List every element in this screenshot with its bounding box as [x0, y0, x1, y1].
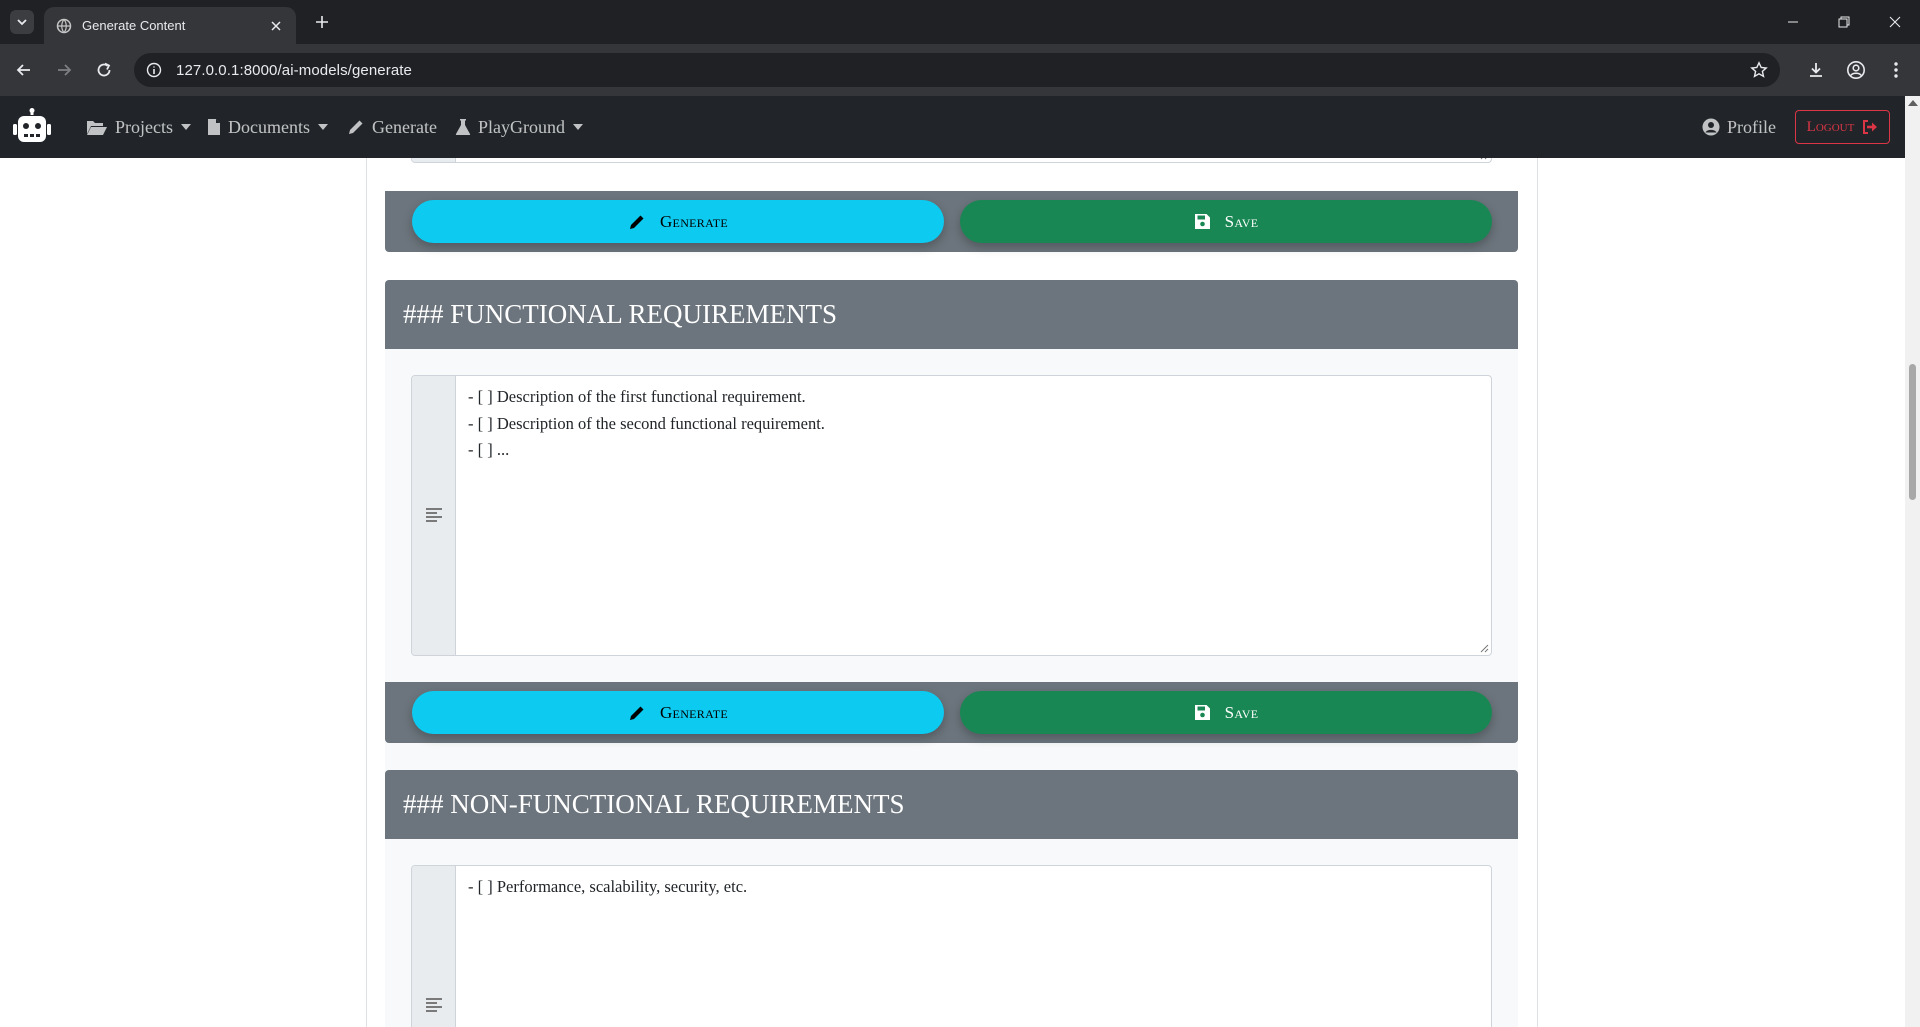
profile-button[interactable]: [1844, 58, 1868, 82]
caret-down-icon: [317, 124, 328, 130]
window-controls: [1767, 0, 1920, 44]
arrow-left-icon: [16, 64, 30, 76]
plus-icon: [316, 16, 328, 28]
align-left-icon: [426, 998, 442, 1012]
logout-label: Logout: [1806, 118, 1855, 135]
info-icon[interactable]: [146, 62, 162, 78]
url-text: 127.0.0.1:8000/ai-models/generate: [176, 61, 412, 79]
generate-button[interactable]: Generate: [412, 691, 944, 734]
nav-projects-label: Projects: [115, 116, 173, 137]
editor-gutter: [412, 866, 456, 1027]
action-bar: Generate Save: [385, 682, 1518, 743]
restore-icon: [1838, 16, 1849, 28]
section-title: ### FUNCTIONAL REQUIREMENTS: [403, 299, 837, 329]
back-button[interactable]: [12, 58, 36, 82]
nav-profile-label: Profile: [1727, 116, 1776, 137]
save-button[interactable]: Save: [960, 200, 1492, 243]
tab-title: Generate Content: [82, 18, 186, 33]
generate-button-label: Generate: [659, 211, 728, 231]
close-icon: [1889, 16, 1900, 28]
caret-down-icon: [181, 124, 191, 130]
scroll-up-arrow-icon[interactable]: [1908, 100, 1918, 106]
close-icon[interactable]: [268, 18, 284, 34]
pencil-icon: [349, 120, 363, 134]
page-viewport: Generate Save ### FUNCTIONAL REQUIREMENT…: [0, 96, 1905, 1027]
reload-button[interactable]: [92, 58, 116, 82]
editor-text[interactable]: - [ ] Performance, scalability, security…: [468, 874, 747, 901]
markdown-editor[interactable]: - [ ] Performance, scalability, security…: [411, 865, 1492, 1027]
pencil-icon: [629, 215, 644, 229]
browser-tab[interactable]: Generate Content: [44, 7, 296, 44]
editor-gutter: [412, 376, 456, 655]
nav-profile-link[interactable]: Profile: [1702, 96, 1776, 158]
arrow-right-icon: [58, 64, 72, 76]
pencil-icon: [629, 706, 644, 720]
nav-playground-label: PlayGround: [478, 116, 565, 137]
nav-documents-dropdown[interactable]: Documents: [207, 96, 328, 158]
nav-documents-label: Documents: [228, 116, 310, 137]
minimize-button[interactable]: [1767, 0, 1818, 44]
align-left-icon: [426, 508, 442, 522]
account-icon: [1847, 61, 1865, 79]
close-window-button[interactable]: [1869, 0, 1920, 44]
download-icon: [1810, 63, 1822, 77]
save-button[interactable]: Save: [960, 691, 1492, 734]
minimize-icon: [1787, 21, 1798, 23]
bookmark-star-icon[interactable]: [1750, 61, 1768, 84]
scrollbar-thumb[interactable]: [1909, 364, 1916, 500]
action-bar: Generate Save: [385, 191, 1518, 252]
chevron-down-icon: [17, 19, 27, 26]
section-title: ### NON-FUNCTIONAL REQUIREMENTS: [403, 789, 905, 819]
section-header: ### FUNCTIONAL REQUIREMENTS: [385, 280, 1518, 349]
page-scrollbar[interactable]: [1905, 96, 1920, 1027]
kebab-menu-icon: [1894, 62, 1898, 78]
nav-playground-dropdown[interactable]: PlayGround: [455, 96, 583, 158]
caret-down-icon: [573, 124, 583, 130]
section-header: ### NON-FUNCTIONAL REQUIREMENTS: [385, 770, 1518, 839]
app-navbar: Projects Documents Generate PlayGround P…: [0, 96, 1905, 158]
restore-button[interactable]: [1818, 0, 1869, 44]
save-button-label: Save: [1224, 211, 1259, 231]
save-button-label: Save: [1224, 702, 1259, 722]
folder-open-icon: [87, 120, 107, 135]
file-icon: [208, 119, 220, 135]
generate-button[interactable]: Generate: [412, 200, 944, 243]
browser-tabstrip: Generate Content: [0, 0, 1920, 44]
flask-icon: [455, 119, 471, 135]
user-circle-icon: [1702, 118, 1720, 136]
downloads-button[interactable]: [1804, 58, 1828, 82]
nav-generate-label: Generate: [372, 116, 437, 137]
nav-projects-dropdown[interactable]: Projects: [86, 96, 191, 158]
browser-menu-button[interactable]: [1884, 58, 1908, 82]
sign-out-icon: [1863, 120, 1878, 134]
nav-generate-link[interactable]: Generate: [347, 96, 437, 158]
robot-logo-icon[interactable]: [12, 108, 52, 146]
reload-icon: [97, 62, 111, 77]
tab-search-button[interactable]: [10, 10, 34, 34]
resize-grip-icon[interactable]: [1479, 643, 1489, 653]
new-tab-button[interactable]: [312, 12, 332, 32]
globe-icon: [56, 18, 72, 33]
address-bar[interactable]: 127.0.0.1:8000/ai-models/generate: [134, 53, 1780, 87]
floppy-disk-icon: [1194, 214, 1210, 229]
logout-button[interactable]: Logout: [1795, 110, 1890, 144]
floppy-disk-icon: [1194, 705, 1210, 720]
forward-button[interactable]: [52, 58, 76, 82]
generate-button-label: Generate: [659, 702, 728, 722]
browser-toolbar: 127.0.0.1:8000/ai-models/generate: [0, 44, 1920, 96]
markdown-editor[interactable]: - [ ] Description of the first functiona…: [411, 375, 1492, 656]
editor-text[interactable]: - [ ] Description of the first functiona…: [468, 384, 825, 464]
